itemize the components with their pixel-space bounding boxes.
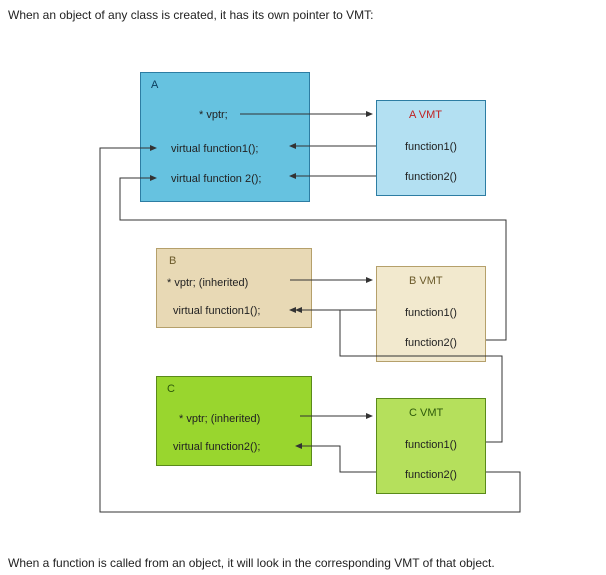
class-b-title: B: [169, 255, 176, 267]
vmt-b-box: B VMT function1() function2(): [376, 266, 486, 362]
class-a-vptr: * vptr;: [199, 109, 228, 121]
class-a-box: A * vptr; virtual function1(); virtual f…: [140, 72, 310, 202]
vmt-c-title: C VMT: [409, 407, 443, 419]
class-a-fn1: virtual function1();: [171, 143, 258, 155]
class-a-title: A: [151, 79, 158, 91]
class-b-fn1: virtual function1();: [173, 305, 260, 317]
class-c-title: C: [167, 383, 175, 395]
class-b-vptr: * vptr; (inherited): [167, 277, 248, 289]
class-c-fn2: virtual function2();: [173, 441, 260, 453]
vmt-c-box: C VMT function1() function2(): [376, 398, 486, 494]
vmt-a-fn2: function2(): [405, 171, 457, 183]
class-c-box: C * vptr; (inherited) virtual function2(…: [156, 376, 312, 466]
class-a-fn2: virtual function 2();: [171, 173, 261, 185]
class-b-box: B * vptr; (inherited) virtual function1(…: [156, 248, 312, 328]
vmt-c-fn2: function2(): [405, 469, 457, 481]
vmt-b-title: B VMT: [409, 275, 443, 287]
vmt-a-box: A VMT function1() function2(): [376, 100, 486, 196]
vmt-b-fn1: function1(): [405, 307, 457, 319]
top-caption: When an object of any class is created, …: [8, 8, 374, 22]
vmt-b-fn2: function2(): [405, 337, 457, 349]
class-c-vptr: * vptr; (inherited): [179, 413, 260, 425]
vmt-a-title: A VMT: [409, 109, 442, 121]
bottom-caption: When a function is called from an object…: [8, 556, 495, 570]
vmt-c-fn1: function1(): [405, 439, 457, 451]
vmt-a-fn1: function1(): [405, 141, 457, 153]
